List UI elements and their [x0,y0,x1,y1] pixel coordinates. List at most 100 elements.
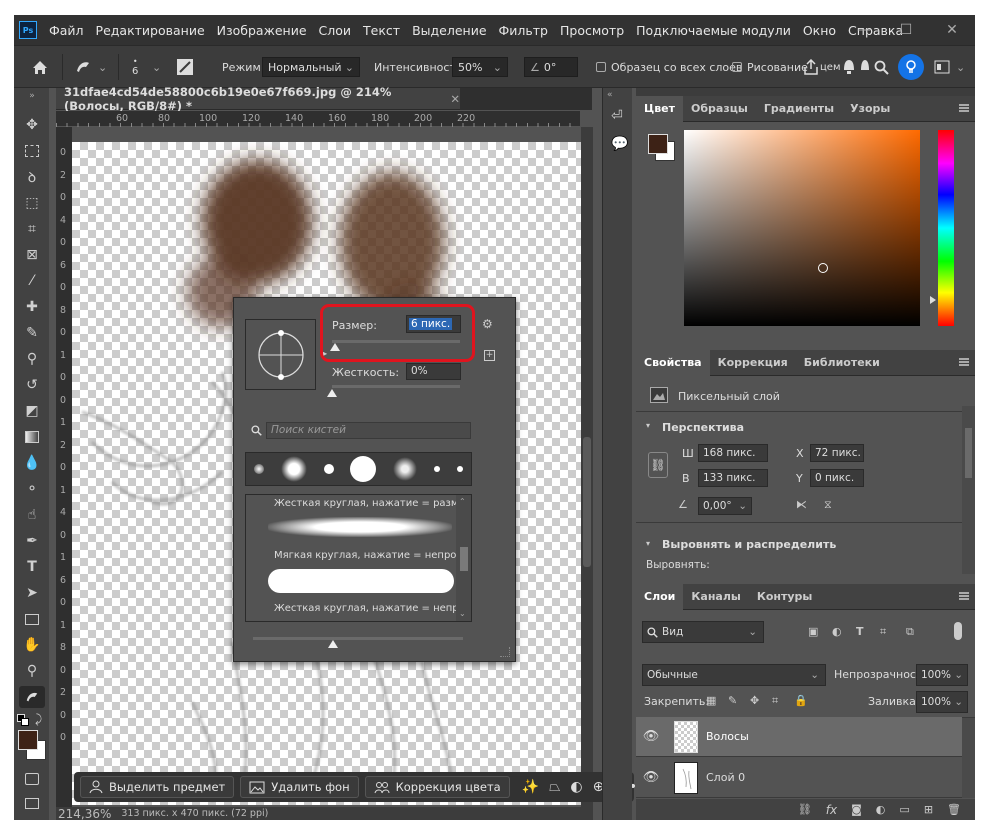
vertical-scrollbar[interactable] [581,127,593,807]
gradient-tool-icon[interactable] [19,426,45,448]
marquee-tool-icon[interactable] [19,140,45,162]
filter-smart-object-icon[interactable]: ⧉ [906,625,914,639]
type-tool-icon[interactable]: T [19,556,45,578]
sparkle-icon[interactable]: ✨ [522,779,539,795]
recent-brush-3[interactable] [323,464,334,474]
filter-toggle[interactable] [954,622,962,640]
zoom-tool-icon[interactable]: ⚲ [19,660,45,682]
intensity-field[interactable]: 50% ⌄ [452,57,508,77]
recent-brush-6[interactable] [433,466,440,472]
brush-search-input[interactable]: Поиск кистей [266,422,471,439]
menu-layers[interactable]: Слои [313,23,358,38]
hardness-input[interactable]: 0% [406,363,461,380]
menu-file[interactable]: Файл [43,23,90,38]
healing-brush-tool-icon[interactable]: ✚ [19,296,45,318]
frame-tool-icon[interactable]: ⊠ [19,244,45,266]
filter-type-icon[interactable]: T [856,625,864,638]
screen-mode-icon[interactable] [19,792,45,814]
menu-select[interactable]: Выделение [406,23,492,38]
scroll-up-icon[interactable]: ⌃ [459,497,466,506]
hardness-slider[interactable] [332,385,460,388]
history-icon[interactable]: ⏎ [611,108,623,124]
eraser-tool-icon[interactable]: ◩ [19,400,45,422]
recent-brush-5[interactable] [393,457,418,481]
close-tab-icon[interactable]: ✕ [450,92,460,106]
recent-brush-7[interactable] [456,466,463,472]
brush-size-picker[interactable]: • 6 [132,46,138,88]
menu-filter[interactable]: Фильтр [493,23,554,38]
add-mask-icon[interactable]: ◙ [851,803,862,816]
pressure-icon[interactable] [842,46,856,88]
layer-row-hair[interactable]: 👁 Волосы [636,717,962,757]
color-panel-foreground-swatch[interactable] [648,134,668,154]
lasso-tool-icon[interactable]: ꝺ [19,166,45,188]
link-dimensions-icon[interactable]: ⛓ [648,452,668,478]
menu-image[interactable]: Изображение [211,23,313,38]
share-button[interactable]: цем [804,46,841,88]
eyedropper-tool-icon[interactable]: ⁄ [19,270,45,292]
layers-scrollbar[interactable] [962,718,975,798]
panel-menu-icon[interactable] [959,104,969,112]
brush-list-scrollbar[interactable]: ⌃ ⌄ [456,495,471,621]
tab-layers[interactable]: Слои [636,583,684,610]
fill-input[interactable]: 100% ⌄ [916,691,968,713]
history-brush-tool-icon[interactable]: ↺ [19,374,45,396]
pressure-size-icon[interactable] [860,46,870,88]
smudge-tool-preset-icon[interactable]: ⌄ [74,46,107,88]
mode-select[interactable]: Нормальный ⌄ [262,57,360,77]
tab-patterns[interactable]: Узоры [842,96,898,122]
default-colors-icon[interactable] [17,714,29,726]
tab-properties[interactable]: Свойства [636,349,710,376]
delete-layer-icon[interactable]: 🗑 [947,803,961,816]
flip-horizontal-icon[interactable]: ⧔ [796,498,807,511]
filter-shape-icon[interactable]: ⌗ [880,625,886,639]
menu-window[interactable]: Окно [797,23,842,38]
angle-field[interactable]: ∠ 0° [524,57,578,77]
height-input[interactable]: 133 пикс. [698,469,768,487]
blur-tool-icon[interactable]: 💧 [19,452,45,474]
y-input[interactable]: 0 пикс. [810,469,864,487]
maximize-icon[interactable]: ☐ [886,15,926,45]
collapse-tools-icon[interactable]: » [19,90,45,102]
pen-tool-icon[interactable]: ✒ [19,530,45,552]
resize-grip-icon[interactable] [500,647,510,657]
sample-all-layers-checkbox[interactable]: Образец со всех слоев [596,46,742,88]
search-icon[interactable] [874,46,889,88]
smudge-tool-active-icon[interactable] [19,686,45,708]
color-picker-cursor[interactable] [818,263,828,273]
foreground-color-swatch[interactable] [18,730,38,750]
x-input[interactable]: 72 пикс. [810,444,864,462]
new-preset-icon[interactable]: + [484,350,495,361]
scroll-down-icon[interactable]: ⌄ [459,609,466,618]
chevron-down-icon[interactable]: ⌄ [152,46,161,88]
brush-tip-preview[interactable] [245,319,316,390]
flip-vertical-icon[interactable]: ⧖ [824,498,832,512]
path-selection-tool-icon[interactable]: ➤ [19,582,45,604]
menu-text[interactable]: Текст [357,23,406,38]
lock-image-icon[interactable]: ✎ [728,694,737,707]
rectangle-tool-icon[interactable] [19,608,45,630]
preview-size-slider[interactable] [253,637,463,640]
home-icon[interactable] [32,46,48,88]
preview-size-slider-thumb[interactable] [328,640,338,648]
visibility-eye-icon[interactable]: 👁 [636,770,666,785]
layer-name[interactable]: Слой 0 [706,771,745,784]
settings-gear-icon[interactable]: ⚙ [482,317,493,331]
brush-item-label[interactable]: Мягкая круглая, нажатие = непрозра [274,550,471,561]
swap-colors-icon[interactable]: ⤸ [35,712,42,727]
object-selection-tool-icon[interactable]: ⬚ [19,192,45,214]
layer-name[interactable]: Волосы [706,730,749,743]
crop-tool-icon[interactable]: ⌗ [19,218,45,240]
move-tool-icon[interactable]: ✥ [19,114,45,136]
recent-brush-4[interactable] [350,456,377,482]
remove-background-button[interactable]: Удалить фон [240,776,359,798]
menu-view[interactable]: Просмотр [554,23,630,38]
adjustment-icon[interactable]: ◐ [570,779,582,795]
tab-paths[interactable]: Контуры [749,584,821,610]
new-adjustment-icon[interactable]: ◐ [876,803,886,816]
visibility-eye-icon[interactable]: 👁 [636,729,666,744]
lock-position-icon[interactable]: ✥ [750,694,759,707]
tab-swatches[interactable]: Образцы [683,96,756,122]
rotation-input[interactable]: 0,00° ⌄ [698,497,752,515]
recent-brush-1[interactable] [254,464,265,474]
